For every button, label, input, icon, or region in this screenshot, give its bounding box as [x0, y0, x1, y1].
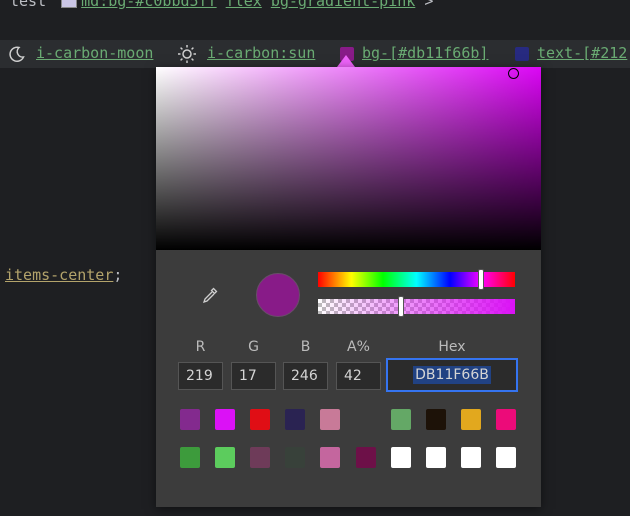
color-swatch[interactable] — [460, 409, 481, 430]
field-label-g: G — [248, 339, 259, 355]
green-input[interactable]: 17 — [231, 362, 276, 390]
color-swatch[interactable] — [425, 409, 446, 430]
color-swatch[interactable] — [355, 447, 376, 468]
color-swatch[interactable] — [285, 447, 306, 468]
code-text: > — [415, 0, 434, 10]
color-swatch[interactable] — [460, 447, 481, 468]
swatch-navy — [515, 47, 529, 61]
field-label-r: R — [195, 339, 206, 355]
class-token[interactable]: md:bg-#c0bbd5ff — [81, 0, 216, 10]
color-swatch[interactable] — [250, 409, 271, 430]
class-token[interactable]: flex — [226, 0, 262, 10]
saturation-area[interactable] — [156, 67, 541, 250]
alpha-slider-handle[interactable] — [398, 296, 404, 317]
color-swatch[interactable] — [320, 447, 341, 468]
hint-bg-color[interactable]: bg-[#db11f66b] — [362, 44, 488, 62]
code-text: test — [10, 0, 56, 10]
sun-icon — [176, 43, 198, 65]
color-swatch[interactable] — [495, 447, 516, 468]
color-swatch[interactable] — [250, 447, 271, 468]
hex-input[interactable]: DB11F66B — [386, 358, 518, 392]
color-swatch[interactable] — [180, 409, 200, 430]
color-picker-popup: R G B A% Hex 219 17 246 42 DB11F66B — [156, 67, 541, 507]
saturation-handle[interactable] — [508, 68, 519, 79]
moon-icon — [6, 43, 28, 65]
color-preview — [256, 273, 300, 317]
red-input[interactable]: 219 — [178, 362, 223, 390]
eyedropper-icon[interactable] — [200, 285, 220, 305]
color-swatch[interactable] — [285, 409, 306, 430]
hue-slider[interactable] — [318, 272, 515, 287]
hint-carbon-moon[interactable]: i-carbon-moon — [36, 44, 153, 62]
alpha-input[interactable]: 42 — [336, 362, 381, 390]
field-label-b: B — [300, 339, 311, 355]
color-swatch[interactable] — [355, 409, 376, 430]
code-line-top: test md:bg-#c0bbd5ff flex bg-gradient-pi… — [10, 0, 433, 10]
color-swatch[interactable] — [390, 447, 411, 468]
field-label-hex: Hex — [438, 339, 466, 355]
color-swatch[interactable] — [215, 447, 236, 468]
field-label-alpha: A% — [347, 339, 370, 355]
blue-input[interactable]: 246 — [283, 362, 328, 390]
color-swatch[interactable] — [425, 447, 446, 468]
color-swatch[interactable] — [390, 409, 411, 430]
hue-slider-handle[interactable] — [478, 269, 484, 290]
popup-pointer — [337, 55, 355, 67]
hint-text-color[interactable]: text-[#212 — [537, 44, 627, 62]
hint-carbon-sun[interactable]: i-carbon:sun — [207, 44, 315, 62]
color-swatch[interactable] — [495, 409, 516, 430]
code-line-items: items-center; — [5, 266, 122, 284]
color-swatch-inline — [61, 0, 78, 8]
hex-value: DB11F66B — [413, 366, 491, 384]
alpha-slider[interactable] — [318, 299, 515, 314]
color-swatch[interactable] — [320, 409, 341, 430]
semicolon: ; — [113, 266, 123, 284]
class-token[interactable]: bg-gradient-pink — [271, 0, 416, 10]
class-token[interactable]: items-center — [5, 266, 113, 284]
color-swatch[interactable] — [215, 409, 236, 430]
color-swatch[interactable] — [180, 447, 200, 468]
color-swatch-icon[interactable] — [511, 43, 533, 65]
